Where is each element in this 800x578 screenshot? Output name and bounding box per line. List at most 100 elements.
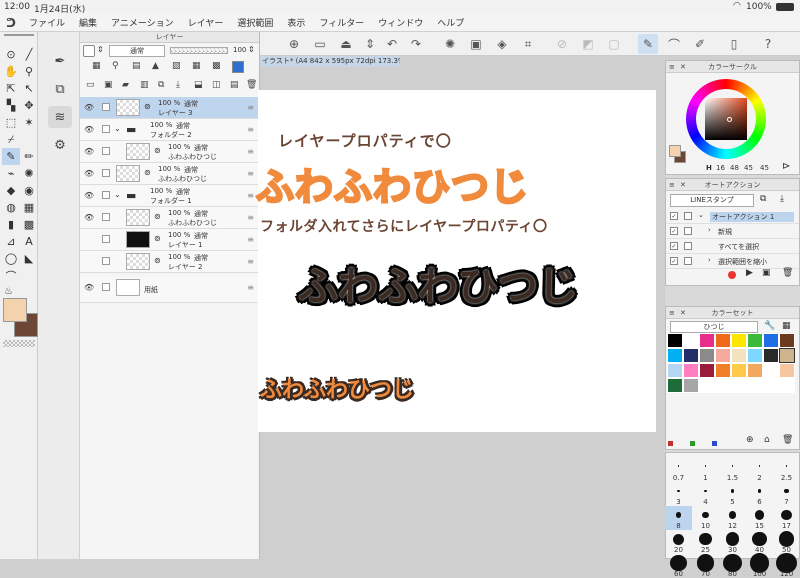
brush-size-option[interactable]: 40 (746, 530, 773, 554)
color-swatch[interactable] (715, 378, 731, 393)
color-swatch[interactable] (779, 363, 795, 378)
drag-handle-icon[interactable]: ≡ (247, 235, 254, 244)
visibility-icon[interactable]: 👁 (84, 103, 94, 112)
layer-row[interactable]: 👁 ⊚ 100 % 通常 ふわふわひつじ ≡ (80, 141, 260, 163)
merge-down-icon[interactable]: ⤓ (176, 80, 180, 90)
new-action-icon[interactable]: ▣ (762, 268, 771, 278)
action-checkbox[interactable]: ✓ (670, 227, 678, 235)
new-file-icon[interactable]: ⊕ (284, 34, 304, 54)
merge-visible-icon[interactable]: ⬓ (194, 80, 203, 90)
close-icon[interactable]: ✕ (680, 179, 686, 191)
wrench-icon[interactable]: 🔧 (764, 321, 775, 331)
record-icon[interactable] (728, 271, 736, 279)
drag-handle-icon[interactable]: ≡ (247, 147, 254, 156)
loading-icon[interactable]: ✺ (440, 34, 460, 54)
curve-icon[interactable]: ⌒ (2, 267, 20, 284)
app-logo-icon[interactable]: ᕤ (0, 16, 22, 30)
brush-size-option[interactable]: 15 (746, 506, 773, 530)
color-swatch[interactable] (747, 333, 763, 348)
menu-selection[interactable]: 選択範囲 (230, 16, 280, 29)
brush-size-option[interactable]: 60 (665, 554, 692, 578)
drag-handle-icon[interactable]: ≡ (247, 125, 254, 134)
color-swatch[interactable] (667, 363, 683, 378)
blend-stepper-icon[interactable]: ⇕ (97, 45, 104, 54)
color-swatch[interactable] (683, 378, 699, 393)
ruler-icon[interactable]: ⊿ (2, 233, 20, 250)
stepper-icon[interactable]: ⇕ (360, 34, 380, 54)
color-swatch[interactable] (763, 333, 779, 348)
layer-move-icon[interactable]: ▚ (2, 97, 20, 114)
delete-action-icon[interactable]: 🗑 (782, 268, 793, 278)
layer-checkbox[interactable] (102, 169, 110, 177)
copy-action-icon[interactable]: ⧉ (760, 194, 766, 204)
brush-size-option[interactable]: 50 (773, 530, 800, 554)
layer-row[interactable]: 👁 ⊚ 100 % 通常 レイヤー 3 ≡ (80, 97, 260, 119)
panel-menu-icon[interactable]: ≡ (669, 61, 675, 73)
add-color-icon[interactable]: ⊕ (746, 435, 754, 445)
blend-icon[interactable]: ◉ (20, 182, 38, 199)
transparent-color-swatch[interactable] (3, 340, 35, 347)
auto-action-row[interactable]: ✓ ⌄ オートアクション 1 (666, 209, 799, 224)
eyedropper-icon[interactable]: ⌿ (2, 131, 20, 148)
color-swatch[interactable] (699, 363, 715, 378)
color-swatch[interactable] (667, 333, 683, 348)
blend-mode-select[interactable]: 通常 (109, 45, 165, 57)
color-swatch[interactable] (715, 333, 731, 348)
brush-size-option[interactable]: 80 (719, 553, 746, 578)
brush-size-option[interactable]: 8 (665, 506, 692, 530)
color-swatch[interactable] (715, 363, 731, 378)
clear-icon[interactable]: ▣ (466, 34, 486, 54)
folder-toggle-icon[interactable]: ⌄ (114, 124, 121, 133)
delete-color-icon[interactable]: 🗑 (782, 435, 793, 445)
brush-size-option[interactable]: 3 (665, 482, 692, 506)
frame-icon[interactable]: ▩ (20, 216, 38, 233)
layers-stack-icon[interactable]: ⧉ (48, 78, 72, 100)
color-swatch[interactable] (779, 333, 795, 348)
grid-view-icon[interactable]: ▦ (782, 321, 791, 331)
auto-action-row[interactable]: ✓ すべてを選択 (666, 239, 799, 254)
drag-handle-icon[interactable]: ≡ (247, 191, 254, 200)
menu-edit[interactable]: 編集 (72, 16, 104, 29)
color-swatch[interactable] (763, 348, 779, 363)
brush-size-option[interactable]: 25 (692, 530, 719, 554)
copy-layer-icon[interactable]: ⧉ (158, 80, 164, 90)
layer-checkbox[interactable] (102, 191, 110, 199)
brush-size-option[interactable]: 2.5 (773, 458, 800, 482)
airbrush-icon[interactable]: ✺ (20, 165, 38, 182)
color-swatch[interactable] (699, 333, 715, 348)
expand-icon[interactable]: › (708, 226, 711, 234)
save-icon[interactable]: ⏏ (336, 34, 356, 54)
expand-icon[interactable]: › (708, 256, 711, 264)
drag-handle-icon[interactable]: ≡ (247, 169, 254, 178)
brush-size-option[interactable]: 10 (692, 506, 719, 530)
action-dialog-checkbox[interactable] (684, 227, 692, 235)
menu-animation[interactable]: アニメーション (104, 16, 181, 29)
action-checkbox[interactable]: ✓ (670, 242, 678, 250)
action-dialog-checkbox[interactable] (684, 212, 692, 220)
deselect-icon[interactable]: ⊘ (552, 34, 572, 54)
lock-icon[interactable]: ▲ (152, 61, 159, 71)
folder-toggle-icon[interactable]: ⌄ (114, 190, 121, 199)
layer-row[interactable]: 👁 ⌄ ▬ 100 % 通常 フォルダー 2 ≡ (80, 119, 260, 141)
saturation-value-square[interactable] (705, 98, 747, 140)
layer-color-box[interactable] (83, 45, 95, 57)
zoom-icon[interactable]: ⊙ (2, 46, 20, 63)
clip-icon[interactable]: ▤ (132, 61, 141, 71)
action-checkbox[interactable]: ✓ (670, 212, 678, 220)
panel-menu-icon[interactable]: ≡ (669, 179, 675, 191)
visibility-icon[interactable]: 👁 (84, 147, 94, 156)
brush-size-option[interactable]: 1.5 (719, 458, 746, 482)
brush-size-option[interactable]: 1 (692, 458, 719, 482)
color-swatch[interactable] (667, 348, 683, 363)
menu-view[interactable]: 表示 (280, 16, 312, 29)
apply-mask-icon[interactable]: ▤ (230, 80, 239, 90)
opacity-stepper-icon[interactable]: ⇕ (248, 45, 255, 54)
brush-size-option[interactable]: 2 (746, 458, 773, 482)
action-checkbox[interactable]: ✓ (670, 257, 678, 265)
layer-checkbox[interactable] (102, 213, 110, 221)
close-icon[interactable]: ✕ (680, 61, 686, 73)
menu-file[interactable]: ファイル (22, 16, 72, 29)
smartphone-icon[interactable]: ▯ (724, 34, 744, 54)
layer-checkbox[interactable] (102, 283, 110, 291)
pen-pressure-icon[interactable]: ✎ (638, 34, 658, 54)
